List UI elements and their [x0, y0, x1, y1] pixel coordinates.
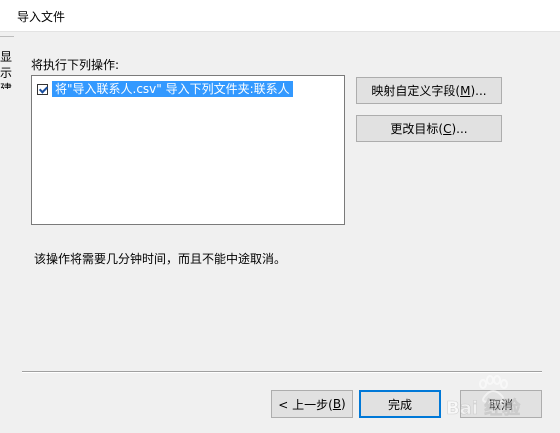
back-label-pre: < 上一步( [278, 397, 333, 412]
action-item-text: 将"导入联系人.csv" 导入下列文件夹:联系人 [52, 81, 293, 97]
title-bar[interactable]: 导入文件 [0, 0, 560, 32]
background-text-line-2: 建 [0, 82, 12, 89]
background-window-divider [0, 36, 14, 37]
map-fields-label-pre: 映射自定义字段( [371, 84, 461, 98]
actions-label: 将执行下列操作: [31, 58, 120, 72]
cancel-button[interactable]: 取消 [460, 390, 542, 418]
action-checkbox[interactable] [37, 83, 48, 95]
background-text-line-1: 显示 [0, 50, 12, 80]
back-button[interactable]: < 上一步(B) [271, 390, 353, 418]
list-item[interactable]: 将"导入联系人.csv" 导入下列文件夹:联系人 [37, 81, 293, 97]
map-custom-fields-button[interactable]: 映射自定义字段(M)... [356, 77, 502, 104]
actions-listbox[interactable]: 将"导入联系人.csv" 导入下列文件夹:联系人 [31, 75, 345, 225]
window-title: 导入文件 [17, 10, 66, 24]
change-target-accelerator: C [443, 121, 452, 136]
change-target-button[interactable]: 更改目标(C)... [356, 115, 502, 142]
finish-button[interactable]: 完成 [359, 390, 441, 418]
map-fields-label-post: )... [470, 83, 487, 98]
change-target-label-post: )... [451, 121, 468, 136]
map-fields-accelerator: M [460, 83, 471, 98]
back-accelerator: B [332, 397, 342, 411]
background-window-fragment: 显示 建 [0, 49, 12, 89]
back-label-post: ) [341, 397, 346, 411]
info-text: 该操作将需要几分钟时间，而且不能中途取消。 [34, 252, 287, 266]
footer-separator-highlight [22, 372, 542, 373]
change-target-label-pre: 更改目标( [390, 122, 444, 136]
